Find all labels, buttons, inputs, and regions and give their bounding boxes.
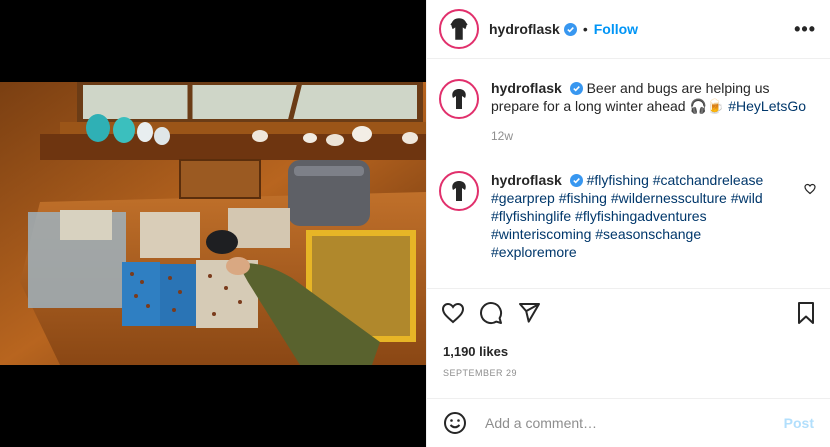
post-date[interactable]: SEPTEMBER 29 <box>443 368 517 378</box>
action-bar <box>427 288 830 336</box>
hydroflask-logo-icon <box>443 13 475 45</box>
avatar[interactable] <box>439 79 479 119</box>
caption-username[interactable]: hydroflask <box>491 80 562 96</box>
post-header: hydroflask • Follow ••• <box>427 0 830 59</box>
comment-username[interactable]: hydroflask <box>491 172 562 188</box>
more-options-icon[interactable]: ••• <box>794 20 816 38</box>
comment-input[interactable] <box>483 414 784 432</box>
send-icon[interactable] <box>517 301 541 325</box>
post-photo[interactable] <box>0 82 426 365</box>
caption-body: hydroflask Beer and bugs are helping us … <box>491 79 821 145</box>
emoji-icon[interactable] <box>443 411 467 435</box>
hydroflask-logo-icon <box>443 83 475 115</box>
comment-composer: Post <box>427 398 830 447</box>
verified-badge-icon <box>569 173 583 187</box>
post-button[interactable]: Post <box>784 415 814 431</box>
media-pane <box>0 0 426 447</box>
comment-body: hydroflask #flyfishing #catchandrelease … <box>491 171 771 261</box>
verified-badge-icon <box>563 22 577 36</box>
hydroflask-logo-icon <box>443 175 475 207</box>
caption: hydroflask Beer and bugs are helping us … <box>439 79 821 145</box>
avatar[interactable] <box>439 9 479 49</box>
caption-hashtag[interactable]: #HeyLetsGo <box>728 98 806 114</box>
heart-icon[interactable] <box>441 301 465 325</box>
separator-dot: • <box>582 21 588 37</box>
photo-illustration <box>0 82 426 365</box>
comment-like-icon[interactable] <box>804 182 816 200</box>
follow-button[interactable]: Follow <box>594 21 638 37</box>
username[interactable]: hydroflask <box>489 21 560 37</box>
bookmark-icon[interactable] <box>794 301 818 325</box>
avatar[interactable] <box>439 171 479 211</box>
like-count[interactable]: 1,190 likes <box>443 344 508 359</box>
caption-time[interactable]: 12w <box>491 127 821 145</box>
verified-badge-icon <box>569 81 583 95</box>
comment-icon[interactable] <box>479 301 503 325</box>
post-sidebar: hydroflask • Follow ••• hydroflask Beer … <box>426 0 830 447</box>
post-view: hydroflask • Follow ••• hydroflask Beer … <box>0 0 830 447</box>
comment: hydroflask #flyfishing #catchandrelease … <box>439 171 771 261</box>
comments-list: hydroflask Beer and bugs are helping us … <box>427 59 830 288</box>
